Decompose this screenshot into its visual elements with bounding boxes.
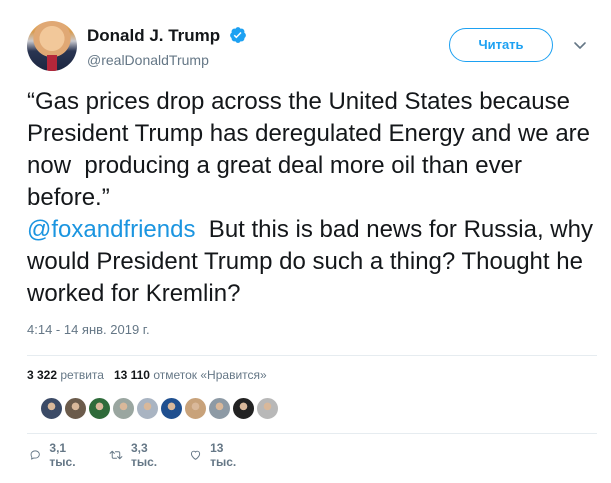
user-handle[interactable]: @realDonaldTrump bbox=[87, 52, 247, 68]
tweet-text: “Gas prices drop across the United State… bbox=[27, 86, 597, 310]
tweet-card: Donald J. Trump @realDonaldTrump Читать … bbox=[0, 0, 611, 483]
liker-avatar[interactable] bbox=[184, 397, 207, 420]
liker-avatar[interactable] bbox=[88, 397, 111, 420]
tweet-header: Donald J. Trump @realDonaldTrump Читать bbox=[27, 21, 597, 73]
reply-icon bbox=[30, 450, 40, 460]
liker-avatar[interactable] bbox=[64, 397, 87, 420]
like-count: 13 тыс. bbox=[210, 441, 237, 469]
liker-avatar[interactable] bbox=[232, 397, 255, 420]
retweet-count: 3,3 тыс. bbox=[130, 441, 158, 469]
mention-link[interactable]: @foxandfriends bbox=[27, 216, 195, 243]
follow-button[interactable]: Читать bbox=[449, 28, 553, 62]
liker-avatar[interactable] bbox=[112, 397, 135, 420]
liker-avatar[interactable] bbox=[160, 397, 183, 420]
user-names: Donald J. Trump @realDonaldTrump bbox=[87, 26, 247, 68]
likes-stat[interactable]: 13 110 отметок «Нравится» bbox=[114, 368, 267, 382]
reply-button[interactable]: 3,1 тыс. bbox=[29, 441, 81, 469]
reply-count: 3,1 тыс. bbox=[49, 441, 76, 469]
likes-count: 13 110 bbox=[113, 368, 150, 382]
retweet-icon bbox=[109, 450, 123, 460]
likes-label: отметок «Нравится» bbox=[153, 368, 267, 382]
divider bbox=[27, 433, 597, 434]
tweet-text-part1: “Gas prices drop across the United State… bbox=[27, 88, 591, 211]
liker-avatar[interactable] bbox=[208, 397, 231, 420]
avatar[interactable] bbox=[27, 21, 77, 71]
tweet-timestamp[interactable]: 4:14 - 14 янв. 2019 г. bbox=[27, 322, 150, 337]
liker-avatar[interactable] bbox=[136, 397, 159, 420]
liker-avatar[interactable] bbox=[40, 397, 63, 420]
retweets-label: ретвита bbox=[60, 368, 104, 382]
like-button[interactable]: 13 тыс. bbox=[189, 441, 241, 469]
heart-icon bbox=[190, 450, 201, 460]
tweet-stats: 3 322 ретвита 13 110 отметок «Нравится» bbox=[27, 368, 267, 382]
display-name[interactable]: Donald J. Trump bbox=[87, 26, 220, 46]
chevron-down-icon[interactable] bbox=[572, 37, 588, 53]
retweet-button[interactable]: 3,3 тыс. bbox=[109, 441, 163, 469]
verified-badge-icon bbox=[229, 26, 247, 49]
retweet-stat[interactable]: 3 322 ретвита bbox=[27, 368, 104, 382]
retweets-count: 3 322 bbox=[27, 368, 58, 382]
liker-avatar[interactable] bbox=[256, 397, 279, 420]
divider bbox=[27, 355, 597, 356]
